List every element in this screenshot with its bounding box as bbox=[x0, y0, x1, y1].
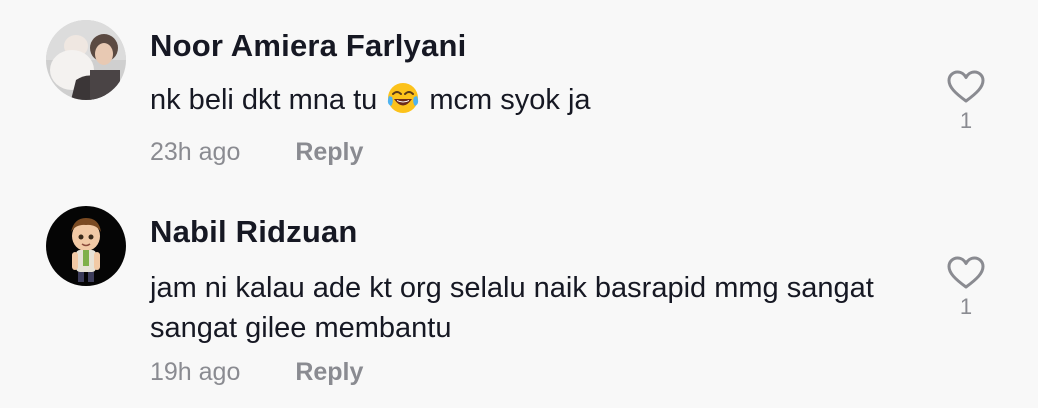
like-count: 1 bbox=[959, 108, 973, 133]
comment-text-part: nk beli dkt mna tu bbox=[150, 84, 386, 116]
comment-text-part: mcm syok ja bbox=[421, 84, 591, 116]
comment-text: jam ni kalau ade kt org selalu naik basr… bbox=[150, 272, 874, 344]
username[interactable]: Noor Amiera Farlyani bbox=[150, 28, 466, 64]
timestamp: 19h ago bbox=[150, 358, 241, 386]
avatar[interactable] bbox=[46, 206, 126, 286]
face-with-tears-of-joy-icon bbox=[387, 82, 419, 125]
timestamp: 23h ago bbox=[150, 138, 241, 166]
comment-meta: 19h ago Reply bbox=[150, 358, 363, 387]
comment-text: nk beli dkt mna tu mcm syok ja bbox=[150, 80, 910, 125]
like-control[interactable]: 1 bbox=[946, 256, 986, 320]
comment-meta: 23h ago Reply bbox=[150, 138, 363, 167]
reply-button[interactable]: Reply bbox=[295, 138, 363, 167]
avatar[interactable] bbox=[46, 20, 126, 100]
like-count: 1 bbox=[959, 294, 973, 319]
comment-item: Noor Amiera Farlyani nk beli dkt mna tu … bbox=[0, 0, 1038, 190]
username[interactable]: Nabil Ridzuan bbox=[150, 214, 358, 250]
like-control[interactable]: 1 bbox=[946, 70, 986, 134]
heart-icon[interactable] bbox=[947, 256, 985, 290]
heart-icon[interactable] bbox=[947, 70, 985, 104]
reply-button[interactable]: Reply bbox=[295, 358, 363, 387]
comment-item: Nabil Ridzuan jam ni kalau ade kt org se… bbox=[0, 190, 1038, 408]
